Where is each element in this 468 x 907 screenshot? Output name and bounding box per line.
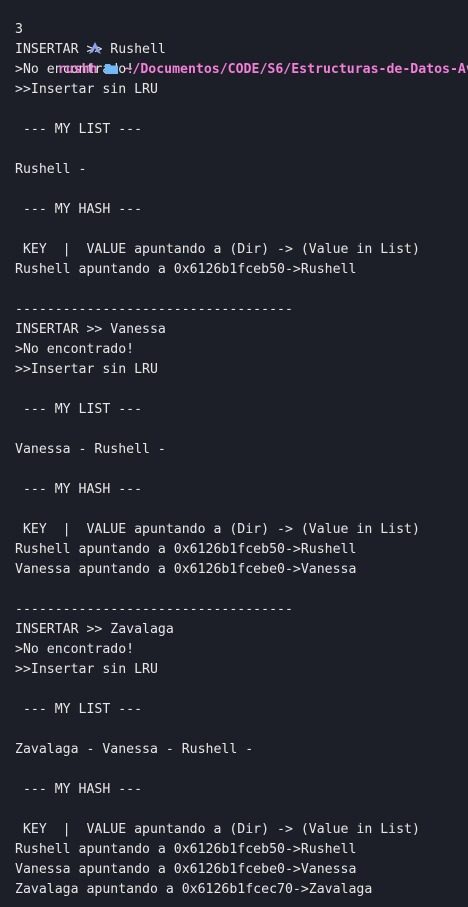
output-line: >>Insertar sin LRU [15, 362, 158, 377]
output-line: KEY | VALUE apuntando a (Dir) -> (Value … [15, 242, 420, 257]
output-line: >>Insertar sin LRU [15, 82, 158, 97]
output-line: Zavalaga - Vanessa - Rushell - [15, 742, 254, 757]
output-line: >>Insertar sin LRU [15, 662, 158, 677]
output-line: Rushell apuntando a 0x6126b1fceb50->Rush… [15, 842, 357, 857]
arch-linux-icon [42, 20, 102, 80]
folder-icon [105, 60, 119, 80]
output-line: Rushell - [15, 162, 87, 177]
output-line: --- MY LIST --- [15, 122, 143, 137]
output-line: INSERTAR >> Zavalaga [15, 622, 174, 637]
output-line: KEY | VALUE apuntando a (Dir) -> (Value … [15, 822, 420, 837]
terminal-output: 3 INSERTAR >> Rushell >No encontrado! >>Ins… [15, 20, 468, 900]
output-line: ----------------------------------- [15, 302, 293, 317]
output-line: KEY | VALUE apuntando a (Dir) -> (Value … [15, 522, 420, 537]
output-line: Vanessa apuntando a 0x6126b1fcebe0->Vane… [15, 862, 357, 877]
output-line: --- MY LIST --- [15, 402, 143, 417]
output-line: --- MY LIST --- [15, 702, 143, 717]
shell-prompt: rushh ~/Documentos/CODE/S6/Estructuras-de… [10, 0, 468, 77]
output-line: >No encontrado! [15, 642, 135, 657]
output-line: Zavalaga apuntando a 0x6126b1fcec70->Zav… [15, 882, 373, 897]
terminal-window[interactable]: rushh ~/Documentos/CODE/S6/Estructuras-de… [0, 0, 468, 907]
output-line: Rushell apuntando a 0x6126b1fceb50->Rush… [15, 542, 357, 557]
output-line: --- MY HASH --- [15, 782, 143, 797]
output-line: --- MY HASH --- [15, 482, 143, 497]
output-line: --- MY HASH --- [15, 202, 143, 217]
prompt-user: rushh [57, 62, 98, 77]
output-line: Vanessa apuntando a 0x6126b1fcebe0->Vane… [15, 562, 357, 577]
output-line: INSERTAR >> Vanessa [15, 322, 166, 337]
output-line: Rushell apuntando a 0x6126b1fceb50->Rush… [15, 262, 357, 277]
output-line: ----------------------------------- [15, 602, 293, 617]
output-line: >No encontrado! [15, 342, 135, 357]
prompt-path: ~/Documentos/CODE/S6/Estructuras-de-Dato… [124, 62, 468, 77]
output-line: Vanessa - Rushell - [15, 442, 166, 457]
